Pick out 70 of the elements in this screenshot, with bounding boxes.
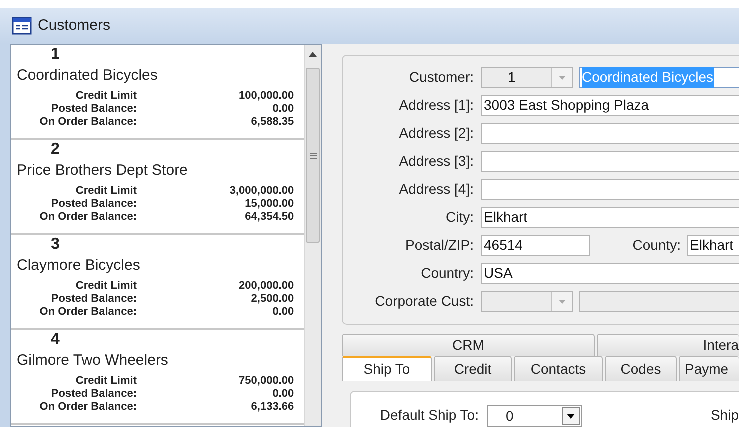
field-value: 0.00: [272, 388, 294, 401]
text-field[interactable]: [481, 151, 739, 172]
tab[interactable]: Ship To: [342, 356, 432, 381]
field-label: Address [4]:: [398, 180, 475, 199]
field-value: 100,000.00: [238, 90, 294, 103]
scroll-up-icon[interactable]: [309, 52, 318, 57]
default-ship-to-dropdown[interactable]: 0: [487, 405, 582, 427]
scroll-thumb[interactable]: [306, 68, 320, 243]
dropdown-arrow-icon: [558, 76, 566, 80]
field-value: 15,000.00: [244, 198, 294, 211]
customer-name: Claymore Bicycles: [17, 256, 142, 276]
window-title: Customers: [38, 16, 111, 36]
customer-number: 2: [50, 140, 61, 160]
field-label: On Order Balance:: [38, 306, 137, 319]
field-value: 750,000.00: [238, 375, 294, 388]
text-field[interactable]: 46514: [481, 235, 590, 256]
field-label: Corporate Cust:: [374, 292, 475, 311]
field-label: Default Ship To:: [379, 406, 479, 425]
tab[interactable]: Contacts: [514, 356, 603, 381]
tab[interactable]: Intera: [597, 334, 739, 356]
window-icon: [12, 17, 32, 35]
customer-number: 4: [50, 330, 61, 350]
field-label: Credit Limit: [74, 185, 137, 198]
text-field[interactable]: [481, 123, 739, 144]
tab[interactable]: CRM: [342, 334, 595, 356]
text-field[interactable]: USA: [481, 263, 739, 284]
field-value: 0.00: [272, 103, 294, 116]
field-label: On Order Balance:: [38, 211, 137, 224]
field-label: Ship: [710, 406, 739, 425]
field-label: Posted Balance:: [50, 293, 137, 306]
field-label: Customer:: [408, 68, 475, 87]
field-value: 64,354.50: [244, 211, 294, 224]
dropdown-arrow-icon: [558, 300, 566, 304]
field-value: 2,500.00: [250, 293, 294, 306]
field-label: On Order Balance:: [38, 116, 137, 129]
field-label: Credit Limit: [74, 375, 137, 388]
tab[interactable]: Credit: [434, 356, 512, 381]
field-label: Address [2]:: [398, 124, 475, 143]
field-value: 6,133.66: [250, 401, 294, 414]
field-label: Postal/ZIP:: [404, 236, 475, 255]
text-field[interactable]: Elkhart: [481, 207, 739, 228]
text-field[interactable]: 3003 East Shopping Plaza: [481, 95, 739, 116]
field-label: Address [3]:: [398, 152, 475, 171]
customer-name: Gilmore Two Wheelers: [17, 351, 170, 371]
customer-name: Price Brothers Dept Store: [17, 161, 189, 181]
field-label: Posted Balance:: [50, 388, 137, 401]
tab[interactable]: Codes: [605, 356, 677, 381]
grip-icon: [310, 152, 317, 158]
field-label: Credit Limit: [74, 90, 137, 103]
field-label: City:: [445, 208, 475, 227]
dropdown-arrow-icon: [567, 414, 575, 418]
customer-name: Coordinated Bicycles: [17, 66, 159, 86]
customer-number: 3: [50, 235, 61, 255]
text-field[interactable]: [481, 179, 739, 200]
field-value: 3,000,000.00: [228, 185, 294, 198]
field-label: Country:: [420, 264, 475, 283]
field-value: 6,588.35: [250, 116, 294, 129]
text-field[interactable]: Elkhart: [687, 235, 739, 256]
field-label: Posted Balance:: [50, 103, 137, 116]
field-label: On Order Balance:: [38, 401, 137, 414]
field-label: Address [1]:: [398, 96, 475, 115]
field-value: 200,000.00: [238, 280, 294, 293]
field-value: 0.00: [272, 306, 294, 319]
customer-number: 1: [50, 45, 61, 65]
text-field[interactable]: [579, 291, 739, 312]
field-label: County:: [632, 236, 682, 255]
scrollbar[interactable]: [304, 45, 321, 426]
tab[interactable]: Payme: [679, 356, 739, 381]
field-label: Credit Limit: [74, 280, 137, 293]
field-label: Posted Balance:: [50, 198, 137, 211]
